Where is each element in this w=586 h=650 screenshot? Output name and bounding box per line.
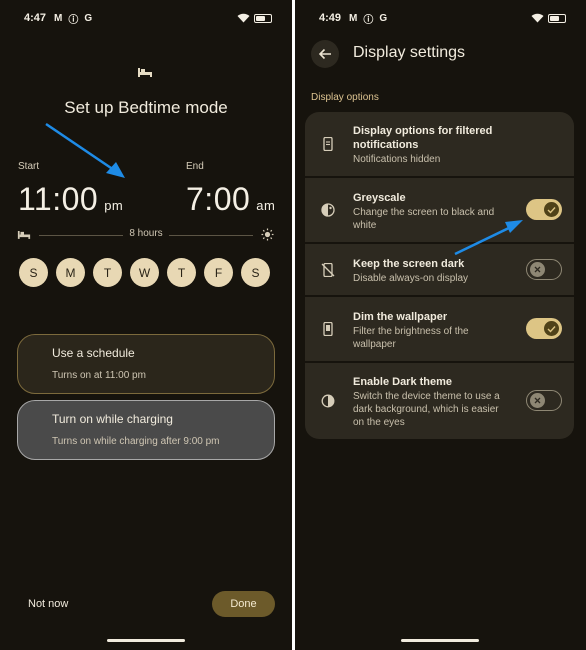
- gmail-icon: M: [349, 12, 358, 24]
- greyscale-icon: [321, 203, 335, 217]
- toggle-knob: [530, 262, 545, 277]
- annotation-arrow-icon: [454, 220, 523, 256]
- back-arrow-icon: [318, 48, 331, 60]
- setting-subtitle: Filter the brightness of the wallpaper: [353, 326, 469, 350]
- greyscale-toggle[interactable]: [526, 199, 562, 220]
- use-schedule-option[interactable]: Use a schedule Turns on at 11:00 pm: [17, 334, 275, 394]
- gmail-icon: M: [54, 12, 63, 24]
- start-time-picker[interactable]: 11:00 pm: [18, 181, 123, 218]
- annotation-arrow-icon: [45, 122, 125, 178]
- day-tuesday[interactable]: T: [93, 258, 122, 287]
- start-ampm: pm: [104, 198, 124, 213]
- status-time: 4:47: [24, 12, 47, 24]
- close-icon: [534, 266, 541, 273]
- done-button[interactable]: Done: [212, 591, 275, 617]
- day-sunday[interactable]: S: [19, 258, 48, 287]
- dark-theme-toggle[interactable]: [526, 390, 562, 411]
- home-indicator: [107, 639, 185, 642]
- google-icon: G: [84, 12, 93, 24]
- option-subtitle: Turns on at 11:00 pm: [52, 370, 146, 381]
- bed-icon: [138, 68, 152, 77]
- dim-wallpaper-toggle[interactable]: [526, 318, 562, 339]
- phone-notification-icon: [323, 137, 333, 151]
- charging-option[interactable]: Turn on while charging Turns on while ch…: [17, 400, 275, 460]
- keep-dark-toggle[interactable]: [526, 259, 562, 280]
- back-button[interactable]: [311, 40, 339, 68]
- end-time-picker[interactable]: 7:00 am: [186, 181, 275, 218]
- bedtime-setup-screen: 4:47 M ⓘ G Set up Bedtime mode Start End…: [0, 0, 292, 650]
- google-icon: G: [379, 12, 388, 24]
- day-friday[interactable]: F: [204, 258, 233, 287]
- page-title: Set up Bedtime mode: [64, 98, 228, 117]
- check-icon: [547, 325, 556, 333]
- duration-text: 8 hours: [129, 228, 163, 239]
- day-selector: S M T W T F S: [19, 258, 270, 287]
- check-icon: [547, 206, 556, 214]
- close-icon: [534, 397, 541, 404]
- end-time-value: 7:00: [186, 181, 251, 217]
- option-subtitle: Turns on while charging after 9:00 pm: [52, 436, 220, 447]
- toggle-knob: [544, 202, 559, 217]
- duration-row: 8 hours: [17, 228, 275, 242]
- battery-icon: [548, 13, 566, 23]
- day-thursday[interactable]: T: [167, 258, 196, 287]
- info-icon: ⓘ: [68, 14, 79, 26]
- dark-theme-icon: [321, 394, 335, 408]
- end-label: End: [186, 161, 204, 172]
- status-time: 4:49: [319, 12, 342, 24]
- option-title: Use a schedule: [52, 346, 135, 360]
- wifi-icon: [531, 13, 544, 23]
- page-title: Display settings: [353, 44, 466, 61]
- sun-icon: [261, 228, 274, 241]
- status-bar: 4:49 M ⓘ G: [319, 10, 566, 26]
- display-settings-screen: 4:49 M ⓘ G Display settings Display opti…: [295, 0, 586, 650]
- setting-greyscale[interactable]: Greyscale Change the screen to black and…: [305, 178, 574, 242]
- toggle-knob: [530, 393, 545, 408]
- setting-title: Display options for filtered notificatio…: [353, 125, 493, 151]
- wallpaper-dim-icon: [323, 322, 333, 336]
- setting-title: Keep the screen dark: [353, 258, 465, 270]
- start-time-value: 11:00: [18, 181, 99, 217]
- day-monday[interactable]: M: [56, 258, 85, 287]
- setting-filtered-notifications[interactable]: Display options for filtered notificatio…: [305, 112, 574, 176]
- status-bar: 4:47 M ⓘ G: [24, 10, 272, 26]
- setting-title: Enable Dark theme: [353, 376, 453, 388]
- home-indicator: [401, 639, 479, 642]
- end-ampm: am: [256, 198, 276, 213]
- start-label: Start: [18, 161, 40, 172]
- day-saturday[interactable]: S: [241, 258, 270, 287]
- option-title: Turn on while charging: [52, 412, 173, 426]
- not-now-button[interactable]: Not now: [28, 598, 68, 610]
- wifi-icon: [237, 13, 250, 23]
- setting-title: Dim the wallpaper: [353, 311, 448, 323]
- setting-dim-wallpaper[interactable]: Dim the wallpaper Filter the brightness …: [305, 297, 574, 361]
- setting-title: Greyscale: [353, 192, 406, 204]
- setting-subtitle: Notifications hidden: [353, 154, 441, 165]
- section-header: Display options: [311, 92, 379, 103]
- screen-off-icon: [321, 263, 335, 277]
- setting-dark-theme[interactable]: Enable Dark theme Switch the device them…: [305, 363, 574, 439]
- battery-icon: [254, 13, 272, 23]
- toggle-knob: [544, 321, 559, 336]
- setting-subtitle: Disable always-on display: [353, 273, 469, 284]
- info-icon: ⓘ: [363, 14, 374, 26]
- day-wednesday[interactable]: W: [130, 258, 159, 287]
- setting-subtitle: Switch the device theme to use a dark ba…: [353, 391, 500, 428]
- setting-keep-screen-dark[interactable]: Keep the screen dark Disable always-on d…: [305, 244, 574, 295]
